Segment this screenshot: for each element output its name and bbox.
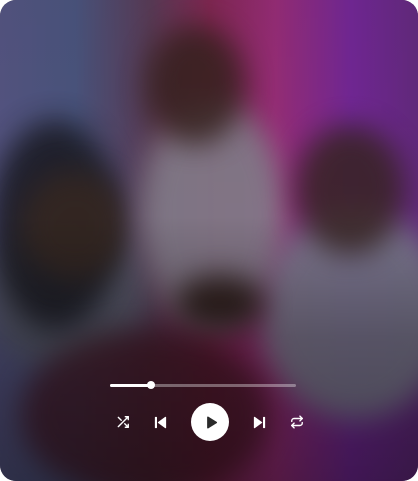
- music-player-card: [0, 0, 418, 481]
- play-button[interactable]: [190, 402, 230, 442]
- shuffle-button[interactable]: [112, 402, 134, 442]
- progress-bar[interactable]: [110, 381, 296, 389]
- previous-button[interactable]: [149, 402, 171, 442]
- play-button-circle: [191, 403, 229, 441]
- playback-controls: [0, 402, 418, 442]
- play-icon: [201, 415, 219, 430]
- next-button[interactable]: [248, 402, 270, 442]
- repeat-button[interactable]: [286, 402, 308, 442]
- progress-fill: [110, 384, 151, 387]
- skip-previous-icon: [153, 415, 168, 430]
- repeat-icon: [290, 415, 304, 429]
- shuffle-icon: [116, 415, 130, 429]
- progress-thumb[interactable]: [146, 381, 155, 389]
- skip-next-icon: [252, 415, 267, 430]
